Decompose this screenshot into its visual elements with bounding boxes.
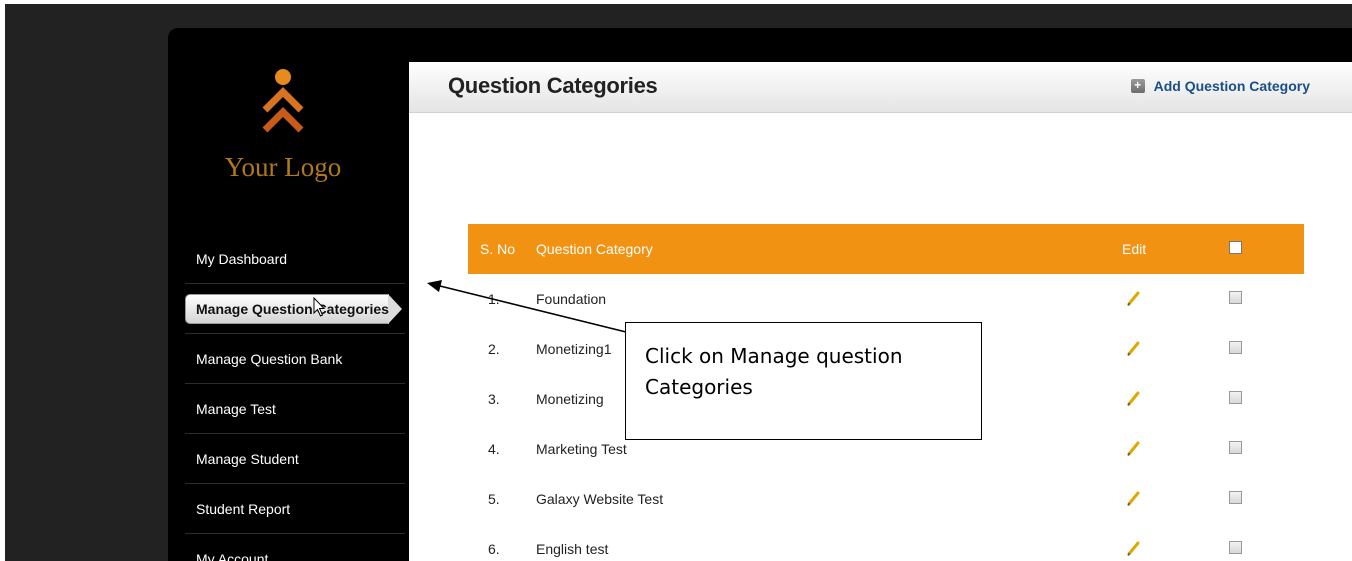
callout-arrow (427, 280, 627, 333)
